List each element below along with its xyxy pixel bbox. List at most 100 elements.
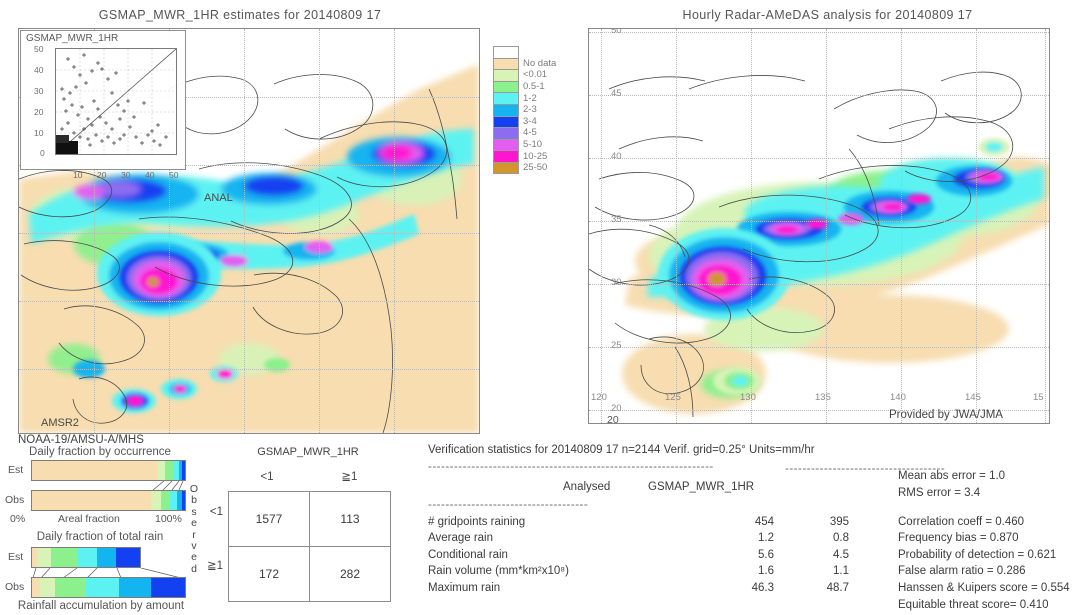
occurrence-axis-right: 100% — [155, 513, 182, 525]
stats-row-label: Conditional rain — [428, 548, 508, 561]
stats-row-analysed: 1.6 — [758, 565, 774, 578]
data-provider-credit: Provided by JWA/JMA — [889, 409, 1003, 421]
stats-score: Hanssen & Kuipers score = 0.554 — [898, 581, 1070, 594]
stats-score-mean-abs-error: Mean abs error = 1.0 — [898, 470, 1006, 482]
left-panel-title: GSMAP_MWR_1HR estimates for 20140809 17 — [98, 8, 382, 22]
inset-y-tick: 10 — [34, 128, 44, 138]
bar-segment — [32, 491, 152, 510]
stats-row: Average rain 1.2 0.8 Frequency bias = 0.… — [428, 532, 1078, 549]
contingency-table: 1577 113 172 282 — [228, 491, 391, 602]
stats-row-model: 0.8 — [833, 532, 849, 545]
legend-label: 5-10 — [523, 139, 543, 151]
legend-label: 3-4 — [523, 115, 537, 127]
inset-y-tick: 30 — [34, 86, 44, 96]
lat-tick: 20 — [611, 403, 622, 414]
graticule-meridian — [601, 29, 602, 423]
stats-row-label: Average rain — [428, 532, 493, 545]
contingency-col-header-ge1: ≧1 — [341, 471, 358, 483]
radar-precip-field — [589, 29, 1049, 423]
bar-segment — [32, 578, 40, 597]
inset-y-tick: 20 — [34, 107, 44, 117]
contingency-row-header-lt1: <1 — [209, 506, 223, 518]
lon-tick: 120 — [591, 392, 607, 403]
scatter-plot-box — [55, 48, 177, 155]
bar-segment — [116, 548, 140, 567]
radar-amedas-map[interactable]: 50 45 40 35 30 25 20 120 125 130 135 140… — [588, 28, 1050, 424]
stats-row-model: 1.1 — [833, 565, 849, 578]
stats-row-analysed: 5.6 — [758, 548, 774, 561]
legend-row: 2-3 — [493, 103, 556, 116]
bar-segment — [85, 578, 120, 597]
bar-segment — [160, 491, 170, 510]
inset-x-tick: 30 — [121, 170, 131, 180]
graticule-parallel — [19, 369, 479, 370]
lon-tick: 140 — [890, 392, 906, 403]
precipitation-colorbar-legend: No data <0.01 0.5-1 1-2 2-3 3-4 4-5 5-10… — [493, 46, 556, 174]
legend-row: No data — [493, 57, 557, 70]
table-row: 1577 113 — [228, 491, 391, 547]
stats-row-label: Maximum rain — [428, 581, 501, 594]
contingency-cell-miss: 172 — [228, 546, 310, 602]
stats-row-label: # gridpoints raining — [428, 515, 526, 528]
stats-score-rms-error: RMS error = 3.4 — [898, 487, 981, 499]
graticule-parallel — [589, 95, 1049, 96]
legend-label: 4-5 — [523, 127, 537, 139]
lon-tick: 15 — [1033, 392, 1044, 403]
graticule-parallel — [19, 233, 479, 234]
stats-row-model: 48.7 — [826, 581, 849, 594]
stats-score: Probability of detection = 0.621 — [898, 548, 1057, 561]
legend-row: 4-5 — [493, 127, 556, 139]
graticule-parallel — [589, 221, 1049, 222]
contingency-table-title: GSMAP_MWR_1HR — [257, 446, 359, 458]
graticule-meridian — [751, 29, 752, 423]
graticule-meridian — [676, 29, 677, 423]
legend-swatch-5-10 — [493, 138, 519, 151]
graticule-parallel — [589, 158, 1049, 159]
bar-segment — [77, 548, 97, 567]
stats-column-headers: Analysed GSMAP_MWR_1HR -----------------… — [428, 463, 1078, 499]
stats-score: Frequency bias = 0.870 — [898, 532, 1019, 545]
inset-x-tick: 40 — [145, 170, 155, 180]
legend-swatch-no-data — [493, 57, 519, 70]
bar-segment — [54, 578, 86, 597]
stats-row-analysed: 1.2 — [758, 532, 774, 545]
graticule-meridian — [826, 29, 827, 423]
inset-y-tick: 50 — [34, 44, 44, 54]
lat-tick: 50 — [611, 29, 622, 36]
inset-y-tick: 0 — [40, 148, 45, 158]
stats-header: Verification statistics for 20140809 17 … — [428, 444, 815, 456]
occurrence-est-label: Est — [8, 464, 24, 476]
inset-x-tick: 20 — [97, 170, 107, 180]
graticule-meridian — [394, 29, 395, 433]
stats-score: False alarm ratio = 0.286 — [898, 565, 1026, 578]
graticule-parallel — [589, 32, 1049, 33]
total-rain-panel-footer: Rainfall accumulation by amount — [17, 600, 185, 612]
graticule-parallel — [589, 347, 1049, 348]
gsmap-estimate-map[interactable]: ANAL AMSR2 GSMAP_MWR_1HR 50 40 30 20 10 … — [18, 28, 480, 434]
inset-x-tick: 10 — [73, 170, 83, 180]
legend-swatch-blank — [493, 46, 519, 58]
occurrence-axis-left: 0% — [10, 513, 26, 525]
lon-corner-label: 20 — [607, 414, 619, 426]
stats-row-model: 395 — [829, 515, 849, 528]
total-rain-obs-bar — [31, 577, 186, 598]
amsr2-overlay-label: AMSR2 — [41, 417, 79, 429]
occurrence-obs-label: Obs — [5, 494, 25, 506]
scatter-inset-title: GSMAP_MWR_1HR — [26, 33, 119, 44]
legend-label: 1-2 — [523, 92, 537, 104]
legend-row: 25-50 — [493, 161, 556, 174]
legend-row: 3-4 — [493, 115, 556, 128]
occurrence-panel-title: Daily fraction by occurrence — [29, 446, 171, 458]
legend-row: 1-2 — [493, 92, 556, 104]
legend-label: 10-25 — [523, 150, 548, 162]
scatter-inset-panel[interactable]: GSMAP_MWR_1HR 50 40 30 20 10 0 — [20, 30, 186, 170]
stats-row: Rain volume (mm*km²x10⁸) 1.6 1.1 False a… — [428, 565, 1078, 582]
stats-row: # gridpoints raining 454 395 Correlation… — [428, 516, 1078, 533]
legend-swatch-1-2 — [493, 92, 519, 104]
bar-segment — [96, 548, 117, 567]
legend-swatch-10-25 — [493, 150, 519, 162]
lon-tick: 145 — [965, 392, 981, 403]
occurrence-connector-lines — [152, 481, 184, 490]
southern-cell — [713, 367, 761, 395]
legend-label: No data — [523, 57, 557, 69]
